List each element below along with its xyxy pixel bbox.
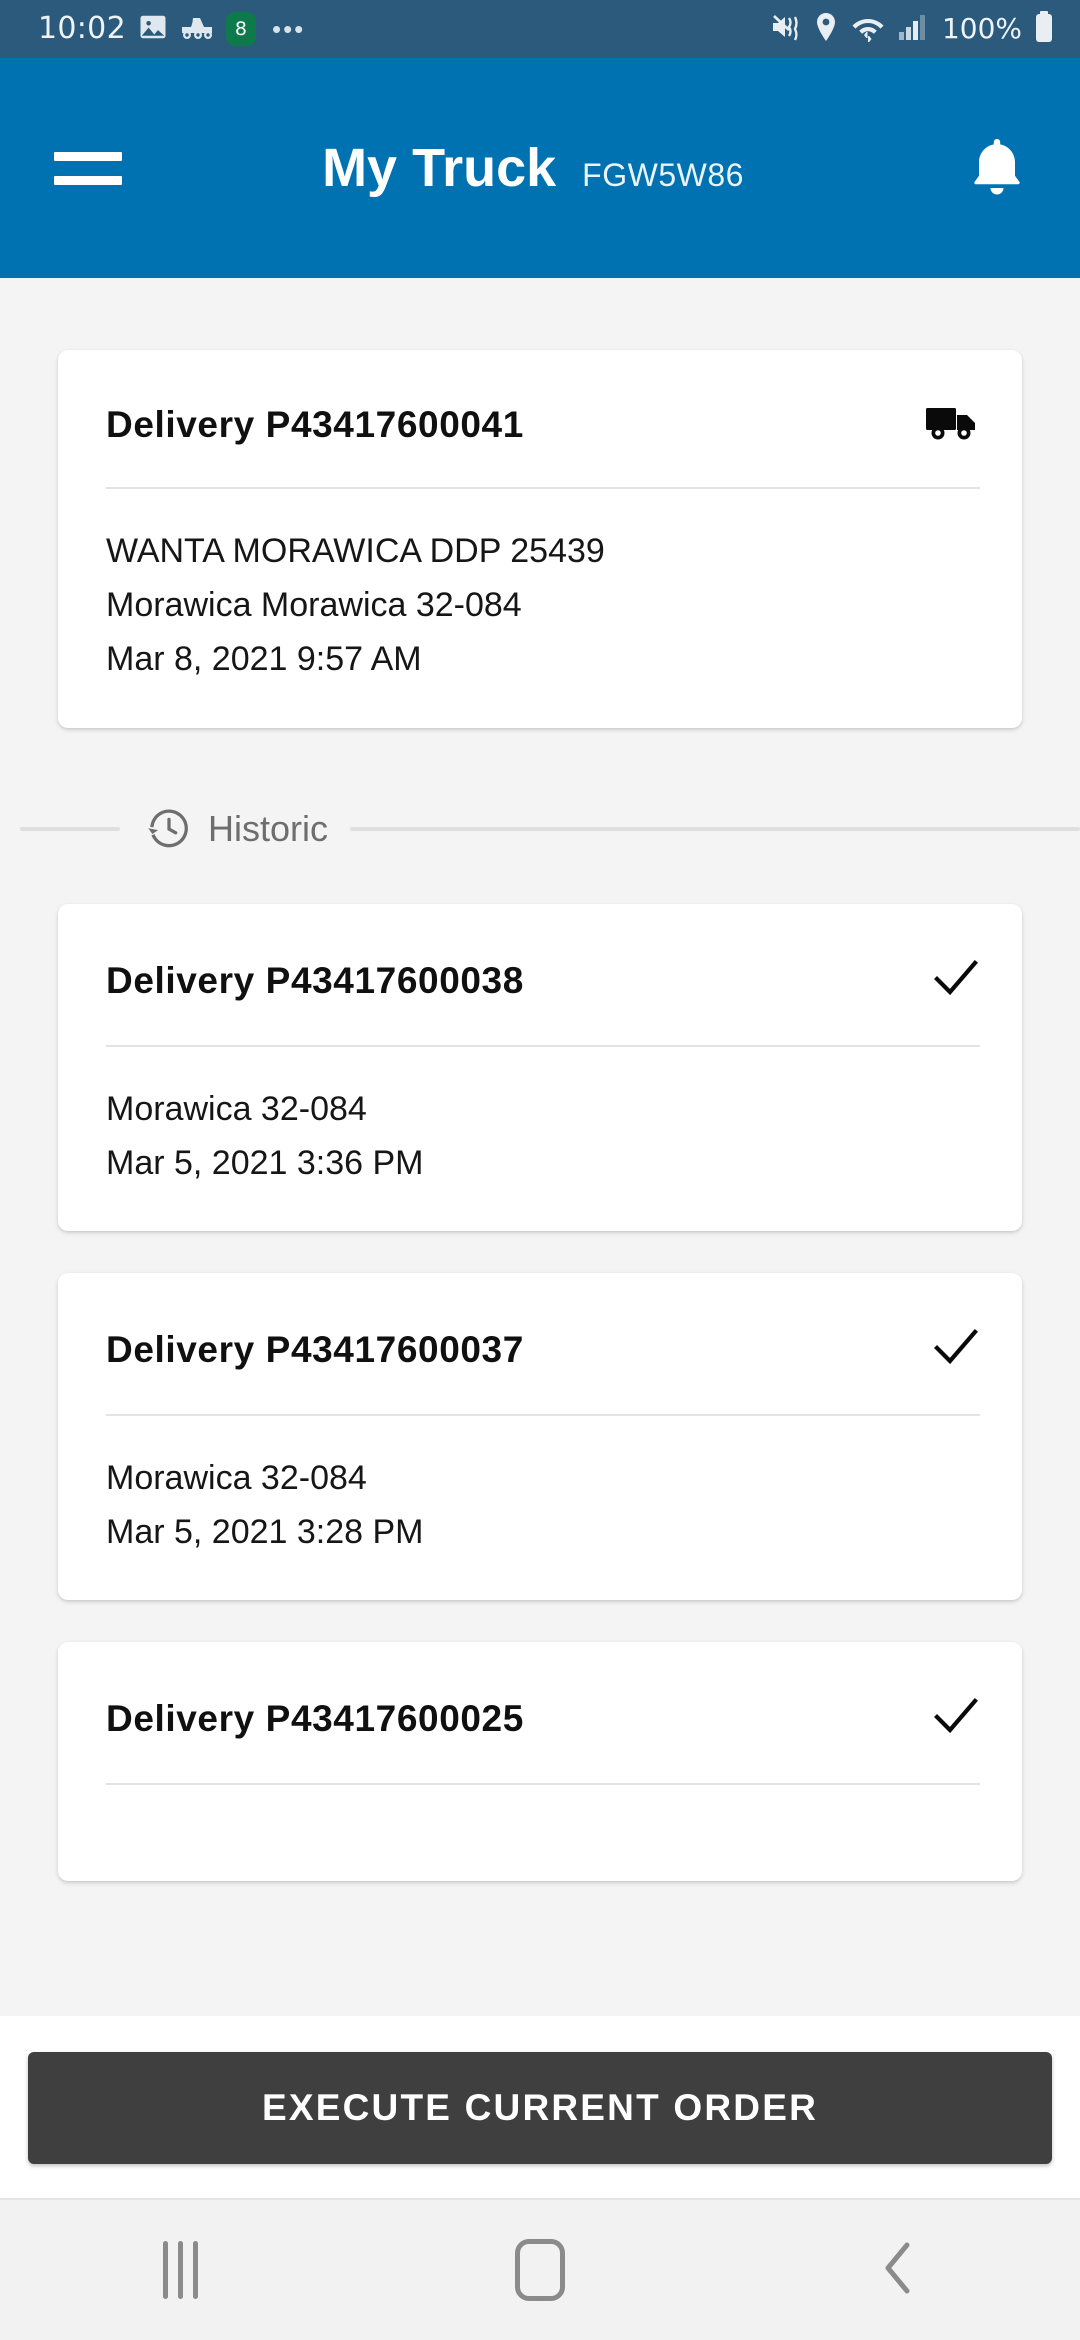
page-title: My Truck <box>322 138 557 198</box>
wifi-icon <box>850 12 886 47</box>
recents-button[interactable] <box>80 2220 280 2320</box>
battery-icon <box>1034 10 1054 48</box>
card-header: Delivery P43417600038 <box>58 904 1022 1045</box>
delivery-title: Delivery P43417600037 <box>106 1328 524 1370</box>
divider-line-right <box>350 826 1080 831</box>
status-bar: 10:02 8 ••• 100% <box>0 0 1080 58</box>
app-bar-titles: My Truck FGW5W86 <box>118 141 948 195</box>
divider-line-left <box>20 826 120 831</box>
delivery-datetime: Mar 5, 2021 3:36 PM <box>106 1143 424 1182</box>
scroll-content: Delivery P43417600041 WANTA MORAWICA DDP… <box>0 278 1080 2198</box>
hamburger-menu-icon[interactable] <box>54 140 128 196</box>
delivery-address: Morawica 32-084 <box>106 1458 367 1497</box>
historic-label: Historic <box>208 807 329 849</box>
system-navigation-bar <box>0 2198 1080 2340</box>
historic-delivery-card[interactable]: Delivery P43417600037 Morawica 32-084 Ma… <box>58 1272 1022 1601</box>
more-dots-icon: ••• <box>271 14 306 44</box>
delivery-title: Delivery P43417600041 <box>106 404 524 445</box>
status-clock: 10:02 <box>38 11 126 46</box>
delivery-address: Morawica Morawica 32-084 <box>106 586 522 625</box>
home-icon <box>515 2239 565 2301</box>
status-bar-right: 100% <box>770 10 1054 48</box>
delivery-title: Delivery P43417600038 <box>106 959 524 1001</box>
home-button[interactable] <box>440 2220 640 2320</box>
truck-icon <box>924 402 980 447</box>
calendar-badge-icon: 8 <box>225 12 256 46</box>
historic-delivery-card[interactable]: Delivery P43417600038 Morawica 32-084 Ma… <box>58 903 1022 1231</box>
check-icon <box>932 956 980 1005</box>
battery-percent-label: 100% <box>941 12 1022 45</box>
card-header: Delivery P43417600037 <box>58 1273 1022 1414</box>
status-bar-left: 10:02 8 ••• <box>38 12 305 47</box>
current-delivery-card[interactable]: Delivery P43417600041 WANTA MORAWICA DDP… <box>58 350 1022 728</box>
card-body: Morawica 32-084 Mar 5, 2021 3:36 PM <box>58 1047 1022 1231</box>
cellular-signal-icon <box>898 13 928 46</box>
back-button[interactable] <box>800 2220 1000 2320</box>
top-spacer <box>0 278 1080 350</box>
history-clock-icon <box>146 806 192 852</box>
recents-icon <box>162 2241 198 2299</box>
card-body: WANTA MORAWICA DDP 25439 Morawica Morawi… <box>58 489 1022 728</box>
historic-divider: Historic <box>0 806 1080 852</box>
vehicle-plate-label: FGW5W86 <box>582 157 744 193</box>
check-icon <box>932 1694 980 1743</box>
notifications-button[interactable] <box>948 133 1028 204</box>
card-header: Delivery P43417600041 <box>58 350 1022 487</box>
bell-icon <box>966 133 1028 204</box>
location-icon <box>814 12 838 47</box>
card-body: Morawica 32-084 Mar 5, 2021 3:28 PM <box>58 1416 1022 1600</box>
delivery-list-scroll[interactable]: Delivery P43417600041 WANTA MORAWICA DDP… <box>0 278 1080 2198</box>
phone-screen: 10:02 8 ••• 100% My Truck FGW5W86 Delive… <box>0 0 1080 2340</box>
back-icon <box>877 2237 923 2304</box>
card-header: Delivery P43417600025 <box>58 1642 1022 1783</box>
delivery-datetime: Mar 8, 2021 9:57 AM <box>106 640 422 679</box>
app-bar: My Truck FGW5W86 <box>0 58 1080 278</box>
mute-vibrate-icon <box>770 12 802 47</box>
cement-truck-icon <box>180 13 214 46</box>
check-icon <box>932 1325 980 1374</box>
delivery-address: Morawica 32-084 <box>106 1089 367 1128</box>
bottom-action-bar: EXECUTE CURRENT ORDER <box>0 2016 1080 2198</box>
delivery-datetime: Mar 5, 2021 3:28 PM <box>106 1513 424 1552</box>
card-body <box>58 1785 1022 1881</box>
delivery-customer: WANTA MORAWICA DDP 25439 <box>106 532 605 570</box>
historic-delivery-card[interactable]: Delivery P43417600025 <box>58 1642 1022 1882</box>
delivery-title: Delivery P43417600025 <box>106 1698 524 1740</box>
execute-current-order-button[interactable]: EXECUTE CURRENT ORDER <box>28 2052 1052 2164</box>
image-icon <box>138 12 168 47</box>
